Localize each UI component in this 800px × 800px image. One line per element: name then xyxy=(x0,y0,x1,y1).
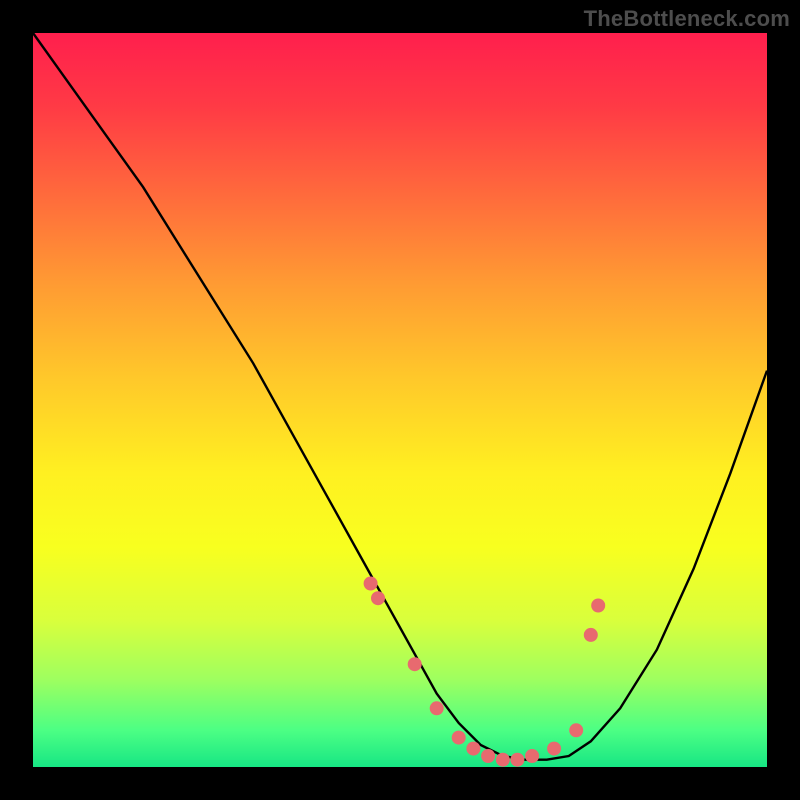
curve-markers xyxy=(364,577,606,767)
watermark-text: TheBottleneck.com xyxy=(584,6,790,32)
marker-dot xyxy=(371,591,385,605)
marker-dot xyxy=(466,742,480,756)
marker-dot xyxy=(525,749,539,763)
marker-dot xyxy=(430,701,444,715)
marker-dot xyxy=(547,742,561,756)
chart-frame: TheBottleneck.com xyxy=(0,0,800,800)
plot-area xyxy=(33,33,767,767)
marker-dot xyxy=(496,753,510,767)
curve-layer xyxy=(33,33,767,767)
marker-dot xyxy=(364,577,378,591)
marker-dot xyxy=(569,723,583,737)
marker-dot xyxy=(452,731,466,745)
bottleneck-curve xyxy=(33,33,767,760)
marker-dot xyxy=(591,599,605,613)
marker-dot xyxy=(481,749,495,763)
marker-dot xyxy=(510,753,524,767)
marker-dot xyxy=(408,657,422,671)
marker-dot xyxy=(584,628,598,642)
